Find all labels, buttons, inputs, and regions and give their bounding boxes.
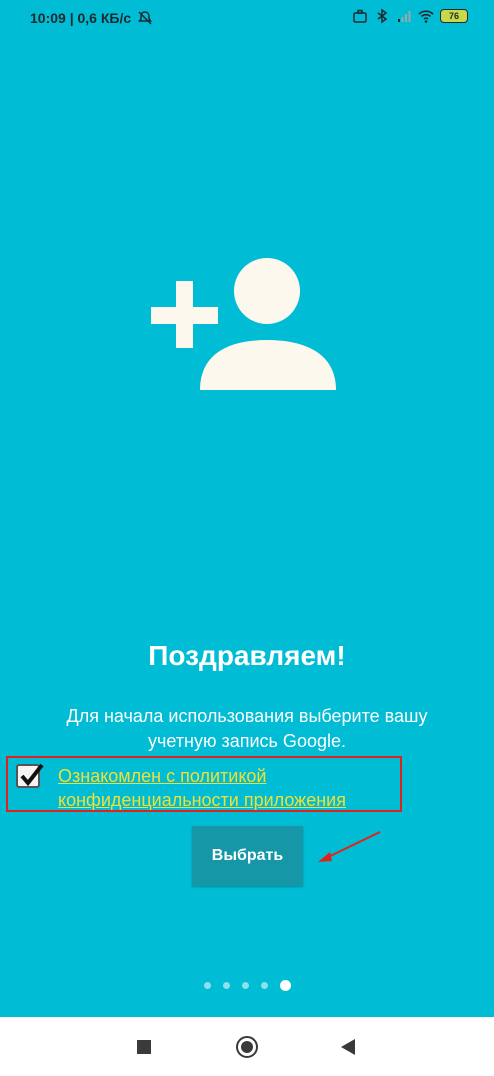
battery-icon: 76 [440, 9, 468, 23]
privacy-policy-link[interactable]: Ознакомлен с политикой конфиденциальност… [58, 764, 398, 812]
consent-checkbox[interactable] [16, 763, 44, 788]
status-icons: 76 [352, 8, 468, 24]
page-dot-active[interactable] [280, 980, 291, 991]
wifi-icon [418, 10, 434, 23]
status-time-speed: 10:09 | 0,6 КБ/с [30, 10, 153, 26]
page-dot[interactable] [223, 982, 230, 989]
select-account-button[interactable]: Выбрать [192, 826, 303, 886]
briefcase-icon [353, 9, 367, 23]
subtitle-text: Для начала использования выберите вашу у… [66, 706, 428, 751]
add-person-icon [151, 258, 336, 390]
page-title: Поздравляем! [148, 640, 346, 671]
home-circle-icon[interactable] [236, 1036, 258, 1058]
mute-bell-icon [138, 11, 153, 25]
status-bar: 10:09 | 0,6 КБ/с 76 [0, 0, 494, 36]
page-dot[interactable] [204, 982, 211, 989]
page-indicator [204, 980, 291, 991]
recents-square-icon[interactable] [137, 1040, 151, 1054]
checkmark-icon [20, 763, 44, 787]
signal-icon [398, 11, 411, 22]
annotation-arrow-icon [318, 831, 381, 862]
consent-highlight-box: Ознакомлен с политикой конфиденциальност… [6, 756, 402, 812]
back-triangle-icon[interactable] [341, 1039, 355, 1055]
system-nav-bar [0, 1017, 494, 1076]
page-dot[interactable] [261, 982, 268, 989]
page-dot[interactable] [242, 982, 249, 989]
bluetooth-icon [377, 8, 388, 24]
